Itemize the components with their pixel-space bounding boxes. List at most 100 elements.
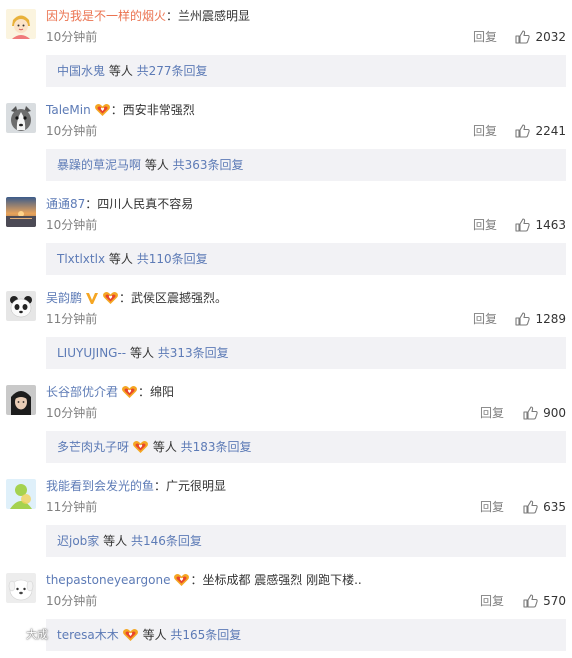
sub-replies-box[interactable]: teresa木木 ♥ 等人 共165条回复 xyxy=(46,619,566,651)
comment-text: 兰州震感明显 xyxy=(178,9,251,23)
comment-separator: ： xyxy=(110,103,123,117)
reply-button[interactable]: 回复 xyxy=(480,498,504,516)
default-user-avatar-icon[interactable] xyxy=(6,479,36,509)
svg-text:♥: ♥ xyxy=(127,389,131,395)
sub-replies-box[interactable]: LIUYUJING-- 等人 共313条回复 xyxy=(46,337,566,369)
sub-reply-username[interactable]: 中国水鬼 xyxy=(57,64,105,78)
comment-username[interactable]: thepastoneyeargone xyxy=(46,573,170,587)
view-replies-link[interactable]: 共146条回复 xyxy=(131,534,202,548)
view-replies-link[interactable]: 共165条回复 xyxy=(170,628,241,642)
sub-reply-username[interactable]: Tlxtlxtlx xyxy=(57,252,105,266)
comment-item: 我能看到会发光的鱼：广元很明显 11分钟前 回复 635 迟job家 等人 共146条回… xyxy=(0,470,572,564)
sub-reply-username[interactable]: 迟job家 xyxy=(57,534,99,548)
comment-text: 广元很明显 xyxy=(166,479,227,493)
like-button[interactable]: 1289 xyxy=(515,309,566,329)
vip-heart-badge-icon: ♥ xyxy=(173,573,190,587)
sub-reply-others: 等人 xyxy=(99,534,131,548)
comment-item: thepastoneyeargone ♥ ：坐标成都 震感强烈 刚跑下楼.. 10分钟… xyxy=(0,564,572,658)
like-button[interactable]: 1463 xyxy=(515,215,566,235)
comment-time: 11分钟前 xyxy=(46,312,98,326)
comment-username[interactable]: 吴韵鹏 xyxy=(46,291,82,305)
like-button[interactable]: 2032 xyxy=(515,27,566,47)
vip-heart-badge-icon: ♥ xyxy=(102,291,119,305)
vip-heart-badge-icon: ♥ xyxy=(122,628,139,642)
comment-separator: ： xyxy=(154,479,167,493)
sub-replies-box[interactable]: Tlxtlxtlx 等人 共110条回复 xyxy=(46,243,566,275)
sub-replies-box[interactable]: 中国水鬼 等人 共277条回复 xyxy=(46,55,566,87)
white-puppy-avatar-icon[interactable] xyxy=(6,573,36,603)
like-count: 1289 xyxy=(535,312,566,326)
thumbs-up-icon xyxy=(523,500,538,520)
view-replies-link[interactable]: 共183条回复 xyxy=(181,440,252,454)
view-replies-link[interactable]: 共110条回复 xyxy=(137,252,208,266)
verified-v-icon xyxy=(85,291,99,305)
comment-text: 绵阳 xyxy=(150,385,175,399)
thumbs-up-icon xyxy=(515,30,531,50)
sub-reply-others: 等人 xyxy=(138,628,171,642)
sub-reply-username[interactable]: 多芒肉丸子呀 xyxy=(57,440,129,454)
reply-button[interactable]: 回复 xyxy=(480,404,504,422)
reply-button[interactable]: 回复 xyxy=(480,592,504,610)
weibo-watermark-icon xyxy=(7,628,24,648)
view-replies-link[interactable]: 共313条回复 xyxy=(158,346,229,360)
dog-avatar-icon[interactable] xyxy=(6,103,36,133)
comment-separator: ： xyxy=(85,197,98,211)
sub-reply-others: 等人 xyxy=(126,346,158,360)
comment-text: 西安非常强烈 xyxy=(122,103,195,117)
sub-reply-username[interactable]: LIUYUJING-- xyxy=(57,346,126,360)
comment-separator: ： xyxy=(190,573,203,587)
comment-username[interactable]: 长谷部优介君 xyxy=(46,385,118,399)
reply-button[interactable]: 回复 xyxy=(473,28,497,46)
sub-replies-box[interactable]: 多芒肉丸子呀 ♥ 等人 共183条回复 xyxy=(46,431,566,463)
svg-text:♥: ♥ xyxy=(180,577,184,583)
thumbs-up-icon xyxy=(515,218,531,238)
sub-replies-box[interactable]: 迟job家 等人 共146条回复 xyxy=(46,525,566,557)
sub-reply-username[interactable]: 暴躁的草泥马啊 xyxy=(57,158,141,172)
vip-heart-badge-icon: ♥ xyxy=(94,103,111,117)
comment-feed: 因为我是不一样的烟火：兰州震感明显 10分钟前 回复 2032 中国水鬼 等人 共277… xyxy=(0,0,572,658)
comment-separator: ： xyxy=(119,291,132,305)
view-replies-link[interactable]: 共363条回复 xyxy=(173,158,244,172)
comment-item: TaleMin ♥ ：西安非常强烈 10分钟前 回复 2241 暴躁的草泥马啊 等人 共36… xyxy=(0,94,572,188)
comment-line: 我能看到会发光的鱼：广元很明显 xyxy=(46,476,226,496)
comment-item: 吴韵鹏 ♥ ：武侯区震撼强烈。 11分钟前 回复 1289 LIUYUJING-- 等人 共… xyxy=(0,282,572,376)
like-count: 1463 xyxy=(535,218,566,232)
sunset-avatar-icon[interactable] xyxy=(6,197,36,227)
like-count: 900 xyxy=(543,406,566,420)
svg-text:♥: ♥ xyxy=(100,107,104,113)
thumbs-up-icon xyxy=(523,406,538,426)
sub-reply-username[interactable]: teresa木木 xyxy=(57,628,119,642)
like-count: 635 xyxy=(543,500,566,514)
like-count: 2241 xyxy=(535,124,566,138)
reply-button[interactable]: 回复 xyxy=(473,122,497,140)
cartoon-avatar-icon[interactable] xyxy=(6,9,36,39)
portrait-avatar-icon[interactable] xyxy=(6,385,36,415)
reply-button[interactable]: 回复 xyxy=(473,310,497,328)
comment-line: 因为我是不一样的烟火：兰州震感明显 xyxy=(46,6,250,26)
sub-reply-others: 等人 xyxy=(105,252,137,266)
comment-separator: ： xyxy=(138,385,151,399)
thumbs-up-icon xyxy=(515,312,531,332)
sub-replies-box[interactable]: 暴躁的草泥马啊 等人 共363条回复 xyxy=(46,149,566,181)
like-button[interactable]: 570 xyxy=(523,591,566,611)
comment-time: 11分钟前 xyxy=(46,500,98,514)
watermark: 大成 xyxy=(7,625,48,648)
comment-time: 10分钟前 xyxy=(46,218,98,232)
like-count: 2032 xyxy=(535,30,566,44)
comment-time: 10分钟前 xyxy=(46,594,98,608)
like-button[interactable]: 900 xyxy=(523,403,566,423)
comment-username[interactable]: TaleMin xyxy=(46,103,91,117)
reply-button[interactable]: 回复 xyxy=(473,216,497,234)
comment-line: TaleMin ♥ ：西安非常强烈 xyxy=(46,100,195,120)
comment-text: 坐标成都 震感强烈 刚跑下楼.. xyxy=(202,573,362,587)
comment-separator: ： xyxy=(166,9,179,23)
svg-text:♥: ♥ xyxy=(128,632,132,638)
comment-username[interactable]: 通通87 xyxy=(46,197,85,211)
like-button[interactable]: 2241 xyxy=(515,121,566,141)
comment-username[interactable]: 我能看到会发光的鱼 xyxy=(46,479,154,493)
comment-line: 通通87：四川人民真不容易 xyxy=(46,194,193,214)
comment-username[interactable]: 因为我是不一样的烟火 xyxy=(46,9,166,23)
like-button[interactable]: 635 xyxy=(523,497,566,517)
panda-avatar-icon[interactable] xyxy=(6,291,36,321)
view-replies-link[interactable]: 共277条回复 xyxy=(137,64,208,78)
